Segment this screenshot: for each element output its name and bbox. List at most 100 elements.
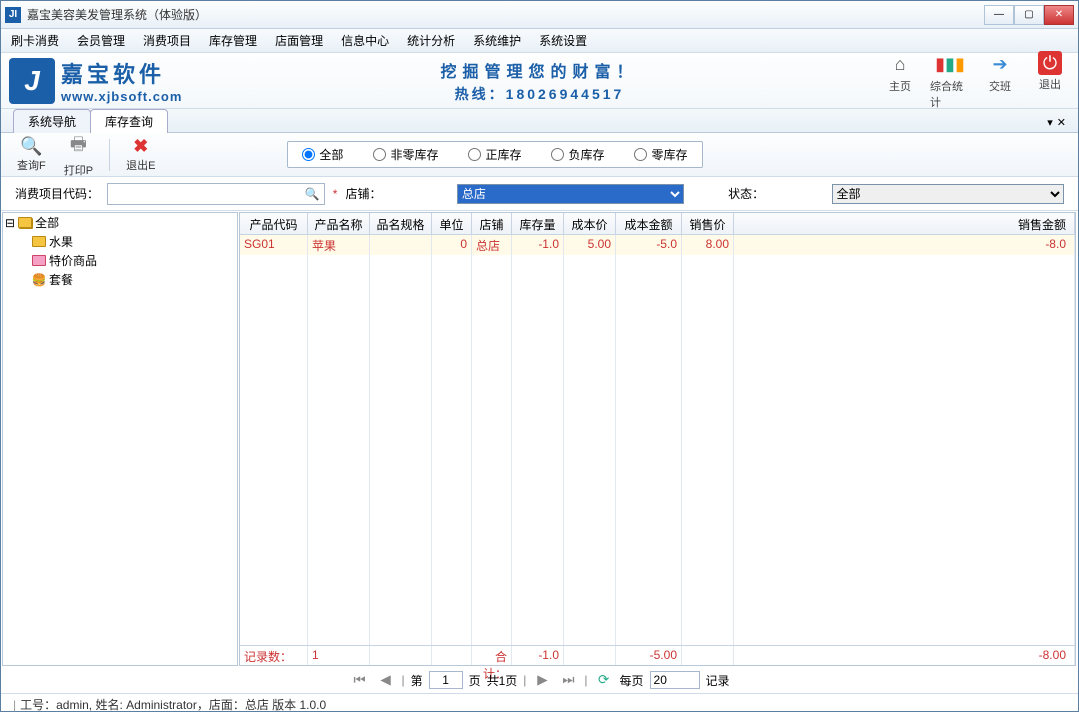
grid-body[interactable]: SG01 苹果 0 总店 -1.0 5.00 -5.0 8.00 -8.0 bbox=[240, 235, 1075, 645]
close-button[interactable]: ✕ bbox=[1044, 5, 1074, 25]
menu-item[interactable]: 店面管理 bbox=[275, 32, 323, 49]
brand-cn: 嘉宝软件 bbox=[61, 57, 182, 89]
sub-toolbar: 🔍 查询F 🖶 打印P ✖ 退出E 全部 非零库存 正库存 负库存 零库存 bbox=[1, 133, 1078, 177]
x-icon: ✖ bbox=[133, 136, 148, 157]
logo-icon: J bbox=[9, 58, 55, 104]
grid-gridlines bbox=[240, 255, 1075, 645]
stats-button[interactable]: ▮▮▮ 综合统计 bbox=[930, 51, 970, 110]
category-tree: ⊟ 全部 水果 特价商品 🍔 套餐 bbox=[2, 212, 238, 666]
home-button[interactable]: ⌂ 主页 bbox=[880, 51, 920, 110]
tab-inventory-query[interactable]: 库存查询 bbox=[90, 109, 168, 133]
folder-icon bbox=[31, 235, 47, 249]
col-unit[interactable]: 单位 bbox=[432, 213, 472, 234]
required-marker: * bbox=[333, 187, 338, 201]
hotline: 热线：18026944517 bbox=[440, 84, 638, 104]
search-icon[interactable]: 🔍 bbox=[305, 187, 320, 201]
window-title: 嘉宝美容美发管理系统（体验版） bbox=[27, 6, 207, 23]
menu-item[interactable]: 统计分析 bbox=[407, 32, 455, 49]
tree-item-fruit[interactable]: 水果 bbox=[3, 232, 237, 251]
prev-page-button[interactable]: ◀ bbox=[375, 671, 395, 689]
perpage-input[interactable] bbox=[650, 671, 700, 689]
next-page-button[interactable]: ▶ bbox=[532, 671, 552, 689]
radio-positive[interactable]: 正库存 bbox=[468, 146, 521, 163]
total-pages: 共1页 bbox=[487, 672, 518, 689]
pager: ⏮ ◀ | 第 页 共1页 | ▶ ⏭ | ⟳ 每页 记录 bbox=[1, 667, 1078, 693]
folder-icon bbox=[17, 216, 33, 230]
stats-icon: ▮▮▮ bbox=[937, 51, 963, 77]
col-cost-amt[interactable]: 成本金额 bbox=[616, 213, 682, 234]
table-row[interactable]: SG01 苹果 0 总店 -1.0 5.00 -5.0 8.00 -8.0 bbox=[240, 235, 1075, 255]
app-icon: JI bbox=[5, 7, 21, 23]
brand-en: www.xjbsoft.com bbox=[61, 89, 182, 104]
radio-nonzero[interactable]: 非零库存 bbox=[373, 146, 438, 163]
col-price[interactable]: 销售价 bbox=[682, 213, 734, 234]
tabstrip: 系统导航 库存查询 ▾ ✕ bbox=[1, 109, 1078, 133]
maximize-button[interactable]: ▢ bbox=[1014, 5, 1044, 25]
refresh-button[interactable]: ⟳ bbox=[594, 671, 614, 689]
col-sale-amt[interactable]: 销售金额 bbox=[734, 213, 1075, 234]
code-label: 消费项目代码： bbox=[15, 185, 99, 202]
col-cost[interactable]: 成本价 bbox=[564, 213, 616, 234]
menu-item[interactable]: 会员管理 bbox=[77, 32, 125, 49]
inventory-grid: 产品代码 产品名称 品名规格 单位 店铺 库存量 成本价 成本金额 销售价 销售… bbox=[239, 212, 1076, 666]
printer-icon: 🖶 bbox=[70, 132, 87, 162]
menubar: 刷卡消费 会员管理 消费项目 库存管理 店面管理 信息中心 统计分析 系统维护 … bbox=[1, 29, 1078, 53]
menu-item[interactable]: 信息中心 bbox=[341, 32, 389, 49]
tab-close-icon[interactable]: ✕ bbox=[1057, 116, 1066, 129]
menu-item[interactable]: 库存管理 bbox=[209, 32, 257, 49]
code-input[interactable] bbox=[112, 187, 305, 201]
grid-header: 产品代码 产品名称 品名规格 单位 店铺 库存量 成本价 成本金额 销售价 销售… bbox=[240, 213, 1075, 235]
banner: J 嘉宝软件 www.xjbsoft.com 挖掘管理您的财富！ 热线：1802… bbox=[1, 53, 1078, 109]
exit-button[interactable]: ⏻ 退出 bbox=[1030, 51, 1070, 110]
last-page-button[interactable]: ⏭ bbox=[558, 671, 578, 689]
minimize-button[interactable]: — bbox=[984, 5, 1014, 25]
status-label: 状态： bbox=[728, 185, 764, 202]
slogan: 挖掘管理您的财富！ bbox=[440, 58, 638, 82]
search-icon: 🔍 bbox=[20, 136, 42, 157]
menu-item[interactable]: 系统设置 bbox=[539, 32, 587, 49]
radio-negative[interactable]: 负库存 bbox=[551, 146, 604, 163]
tree-item-combo[interactable]: 🍔 套餐 bbox=[3, 270, 237, 289]
exit-icon: ⏻ bbox=[1038, 51, 1062, 75]
status-text: 工号：admin, 姓名: Administrator，店面：总店 版本 1.0… bbox=[20, 696, 326, 713]
col-qty[interactable]: 库存量 bbox=[512, 213, 564, 234]
col-name[interactable]: 产品名称 bbox=[308, 213, 370, 234]
grid-footer: 记录数： 1 合计： -1.0 -5.00 -8.00 bbox=[240, 645, 1075, 665]
print-button[interactable]: 🖶 打印P bbox=[58, 132, 99, 178]
page-input[interactable] bbox=[429, 671, 463, 689]
menu-item[interactable]: 刷卡消费 bbox=[11, 32, 59, 49]
tree-root[interactable]: ⊟ 全部 bbox=[3, 213, 237, 232]
meal-icon: 🍔 bbox=[31, 273, 47, 287]
col-store[interactable]: 店铺 bbox=[472, 213, 512, 234]
tab-dropdown-icon[interactable]: ▾ bbox=[1047, 116, 1053, 129]
home-icon: ⌂ bbox=[887, 51, 913, 77]
radio-all[interactable]: 全部 bbox=[302, 146, 343, 163]
records-label: 记录 bbox=[706, 672, 730, 689]
collapse-icon[interactable]: ⊟ bbox=[5, 216, 15, 230]
titlebar: JI 嘉宝美容美发管理系统（体验版） — ▢ ✕ bbox=[1, 1, 1078, 29]
code-search-box: 🔍 bbox=[107, 183, 325, 205]
col-spec[interactable]: 品名规格 bbox=[370, 213, 432, 234]
first-page-button[interactable]: ⏮ bbox=[349, 671, 369, 689]
folder-icon bbox=[31, 254, 47, 268]
perpage-label: 每页 bbox=[620, 672, 644, 689]
store-label: 店铺： bbox=[345, 185, 381, 202]
col-code[interactable]: 产品代码 bbox=[240, 213, 308, 234]
page-label-post: 页 bbox=[469, 672, 481, 689]
radio-zero[interactable]: 零库存 bbox=[634, 146, 687, 163]
shift-icon: ➔ bbox=[987, 51, 1013, 77]
menu-item[interactable]: 系统维护 bbox=[473, 32, 521, 49]
logo: J 嘉宝软件 www.xjbsoft.com bbox=[9, 57, 182, 104]
filter-bar: 消费项目代码： 🔍 * 店铺： 总店 状态： 全部 bbox=[1, 177, 1078, 211]
status-select[interactable]: 全部 bbox=[832, 184, 1065, 204]
menu-item[interactable]: 消费项目 bbox=[143, 32, 191, 49]
tree-item-special[interactable]: 特价商品 bbox=[3, 251, 237, 270]
tab-system-nav[interactable]: 系统导航 bbox=[13, 109, 91, 133]
separator bbox=[109, 139, 110, 171]
shift-button[interactable]: ➔ 交班 bbox=[980, 51, 1020, 110]
page-label-pre: 第 bbox=[411, 672, 423, 689]
store-select[interactable]: 总店 bbox=[457, 184, 685, 204]
stock-filter-radios: 全部 非零库存 正库存 负库存 零库存 bbox=[287, 141, 702, 168]
query-button[interactable]: 🔍 查询F bbox=[11, 136, 52, 173]
exit-tool-button[interactable]: ✖ 退出E bbox=[120, 136, 161, 173]
